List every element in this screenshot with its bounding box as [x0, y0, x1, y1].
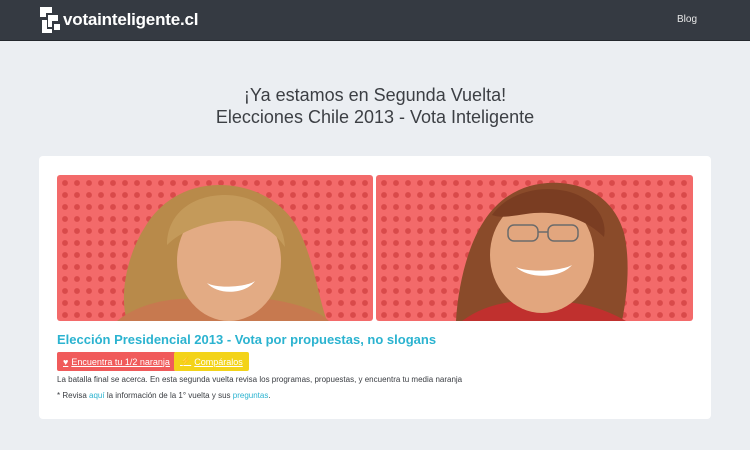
find-match-button[interactable]: ♥ Encuentra tu 1/2 naranja — [57, 352, 176, 371]
brand-name: votainteligente.cl — [63, 10, 199, 29]
election-card: Elección Presidencial 2013 - Vota por pr… — [39, 156, 711, 419]
note-questions-link[interactable]: preguntas — [233, 391, 269, 400]
brand-logo-icon — [40, 7, 60, 33]
description-text: La batalla final se acerca. En esta segu… — [57, 375, 463, 384]
brand-logo-link[interactable]: votainteligente.cl — [38, 5, 198, 35]
compare-button[interactable]: ⚡ Compáralos — [174, 352, 249, 371]
first-round-note: * Revisa aquí la información de la 1° vu… — [57, 391, 271, 400]
candidate-photo-left — [57, 175, 373, 321]
find-match-label: Encuentra tu 1/2 naranja — [71, 356, 170, 367]
candidate-portrait-right — [456, 182, 628, 321]
candidate-portrait-left — [117, 185, 329, 321]
note-prefix: * Revisa — [57, 391, 90, 400]
top-navbar: votainteligente.cl Blog — [0, 0, 750, 41]
note-middle: la información de la 1° vuelta y sus — [104, 391, 233, 400]
note-suffix: . — [268, 391, 271, 400]
hero-line-2: Elecciones Chile 2013 - Vota Inteligente — [215, 107, 535, 127]
nav-blog-link[interactable]: Blog — [677, 14, 697, 25]
heart-icon: ♥ — [63, 356, 69, 367]
note-here-link[interactable]: aquí — [89, 391, 105, 400]
hero-line-1: ¡Ya estamos en Segunda Vuelta! — [243, 85, 507, 105]
compare-label: Compáralos — [194, 356, 243, 367]
election-title-link[interactable]: Elección Presidencial 2013 - Vota por pr… — [57, 332, 436, 347]
candidate-photo-right — [376, 175, 693, 321]
bolt-icon: ⚡ — [180, 356, 192, 366]
hero-heading: ¡Ya estamos en Segunda Vuelta! Eleccione… — [0, 84, 750, 128]
